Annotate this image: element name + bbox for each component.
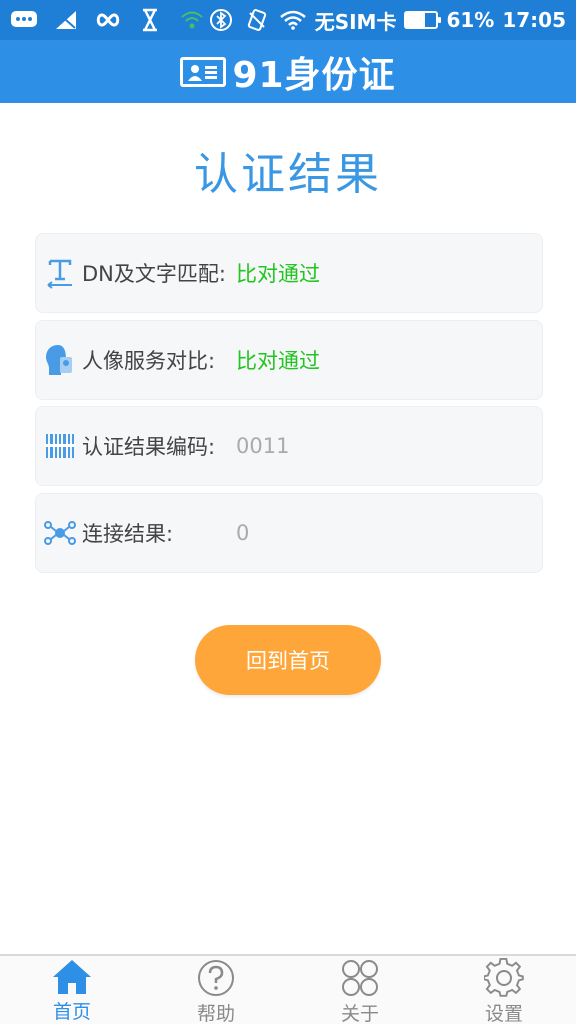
result-heading: 认证结果 [194, 149, 382, 200]
battery-fill [406, 13, 425, 27]
nav-item-home[interactable]: 首页 [0, 956, 144, 1024]
row-value: 0011 [236, 434, 290, 458]
clock: 17:05 [502, 8, 566, 32]
home-icon [50, 958, 94, 996]
nav-label: 关于 [340, 1003, 379, 1024]
battery-percent: 61% [446, 8, 495, 32]
battery-icon [404, 11, 442, 29]
status-left-icons [10, 8, 206, 32]
message-icon [10, 9, 38, 31]
bottom-nav: 首页 帮助 关于 设置 [0, 954, 576, 1024]
nav-item-help[interactable]: 帮助 [144, 956, 288, 1024]
row-label: DN及文字匹配: [82, 262, 226, 286]
result-row-result-code: 认证结果编码: 0011 [35, 406, 543, 486]
face-icon [44, 344, 76, 376]
hourglass-icon [136, 8, 164, 32]
gear-icon [482, 958, 526, 998]
nav-item-settings[interactable]: 设置 [432, 956, 576, 1024]
nfc-icon [243, 9, 271, 31]
barcode-icon [44, 430, 76, 462]
carrier-text: 无SIM卡 [314, 9, 397, 34]
help-icon [194, 958, 238, 998]
row-value: 0 [236, 521, 250, 545]
wifi-icon [279, 9, 307, 31]
result-row-face-compare: 人像服务对比: 比对通过 [35, 320, 543, 400]
app-title: 91身份证 [232, 54, 396, 96]
id-card-icon [180, 56, 227, 87]
status-bar: 无SIM卡 61% 17:05 [0, 0, 576, 40]
row-label: 认证结果编码: [82, 435, 216, 459]
signal-off-icon [52, 9, 80, 31]
wifi-green-icon [178, 9, 206, 31]
result-row-text-match: DN及文字匹配: 比对通过 [35, 233, 543, 313]
text-icon [44, 257, 76, 289]
nav-label: 设置 [484, 1003, 523, 1024]
nav-label: 帮助 [196, 1003, 235, 1024]
row-value: 比对通过 [236, 262, 320, 286]
result-row-connection: 连接结果: 0 [35, 493, 543, 573]
network-icon [44, 517, 76, 549]
nav-label: 首页 [52, 1001, 91, 1023]
row-value: 比对通过 [236, 349, 320, 373]
status-right: 无SIM卡 61% 17:05 [207, 6, 566, 35]
nav-item-about[interactable]: 关于 [288, 956, 432, 1024]
row-label: 人像服务对比: [82, 349, 216, 373]
back-to-home-button[interactable]: 回到首页 [195, 625, 381, 695]
row-label: 连接结果: [82, 522, 174, 546]
bluetooth-icon [207, 9, 235, 31]
infinity-icon [94, 9, 122, 31]
app-header: 91身份证 [0, 40, 576, 103]
grid-icon [338, 958, 382, 998]
